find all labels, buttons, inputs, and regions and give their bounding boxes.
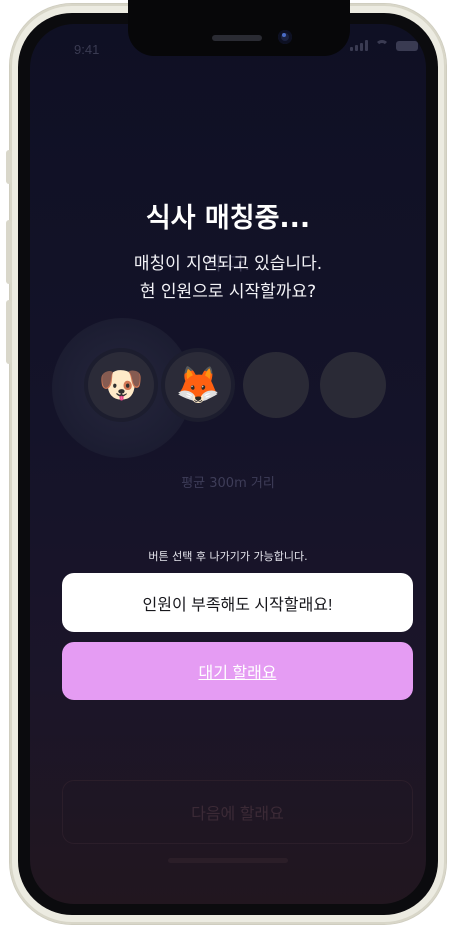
distance-label: 평균 300m 거리	[181, 476, 275, 491]
empty-slot-avatar	[243, 352, 309, 418]
wifi-icon	[375, 40, 389, 51]
home-indicator	[168, 858, 288, 863]
page-title: 식사 매칭중...	[145, 203, 311, 234]
message-line-1: 매칭이 지연되고 있습니다.	[133, 254, 323, 274]
dog-face-icon: 🐶	[88, 352, 154, 418]
exit-hint: 버튼 선택 후 나가기가 가능합니다.	[148, 550, 308, 563]
start-anyway-button[interactable]: 인원이 부족해도 시작할래요!	[62, 573, 413, 632]
message-line-2: 현 인원으로 시작할까요?	[139, 282, 317, 302]
status-icons	[350, 40, 418, 51]
wait-button[interactable]: 대기 할래요	[62, 642, 413, 700]
status-time: 9:41	[74, 42, 100, 57]
camera-icon	[278, 30, 292, 44]
fox-face-icon: 🦊	[165, 352, 231, 418]
battery-icon	[396, 41, 418, 51]
screen	[30, 24, 426, 904]
notch	[128, 0, 350, 56]
empty-slot-avatar	[320, 352, 386, 418]
side-button-silent	[6, 150, 12, 184]
matching-message: 매칭이 지연되고 있습니다. 현 인원으로 시작할까요?	[0, 250, 456, 306]
later-button[interactable]: 다음에 할래요	[62, 780, 413, 844]
side-button-volume-down	[6, 300, 12, 364]
speaker	[212, 35, 262, 41]
signal-icon	[350, 40, 368, 51]
